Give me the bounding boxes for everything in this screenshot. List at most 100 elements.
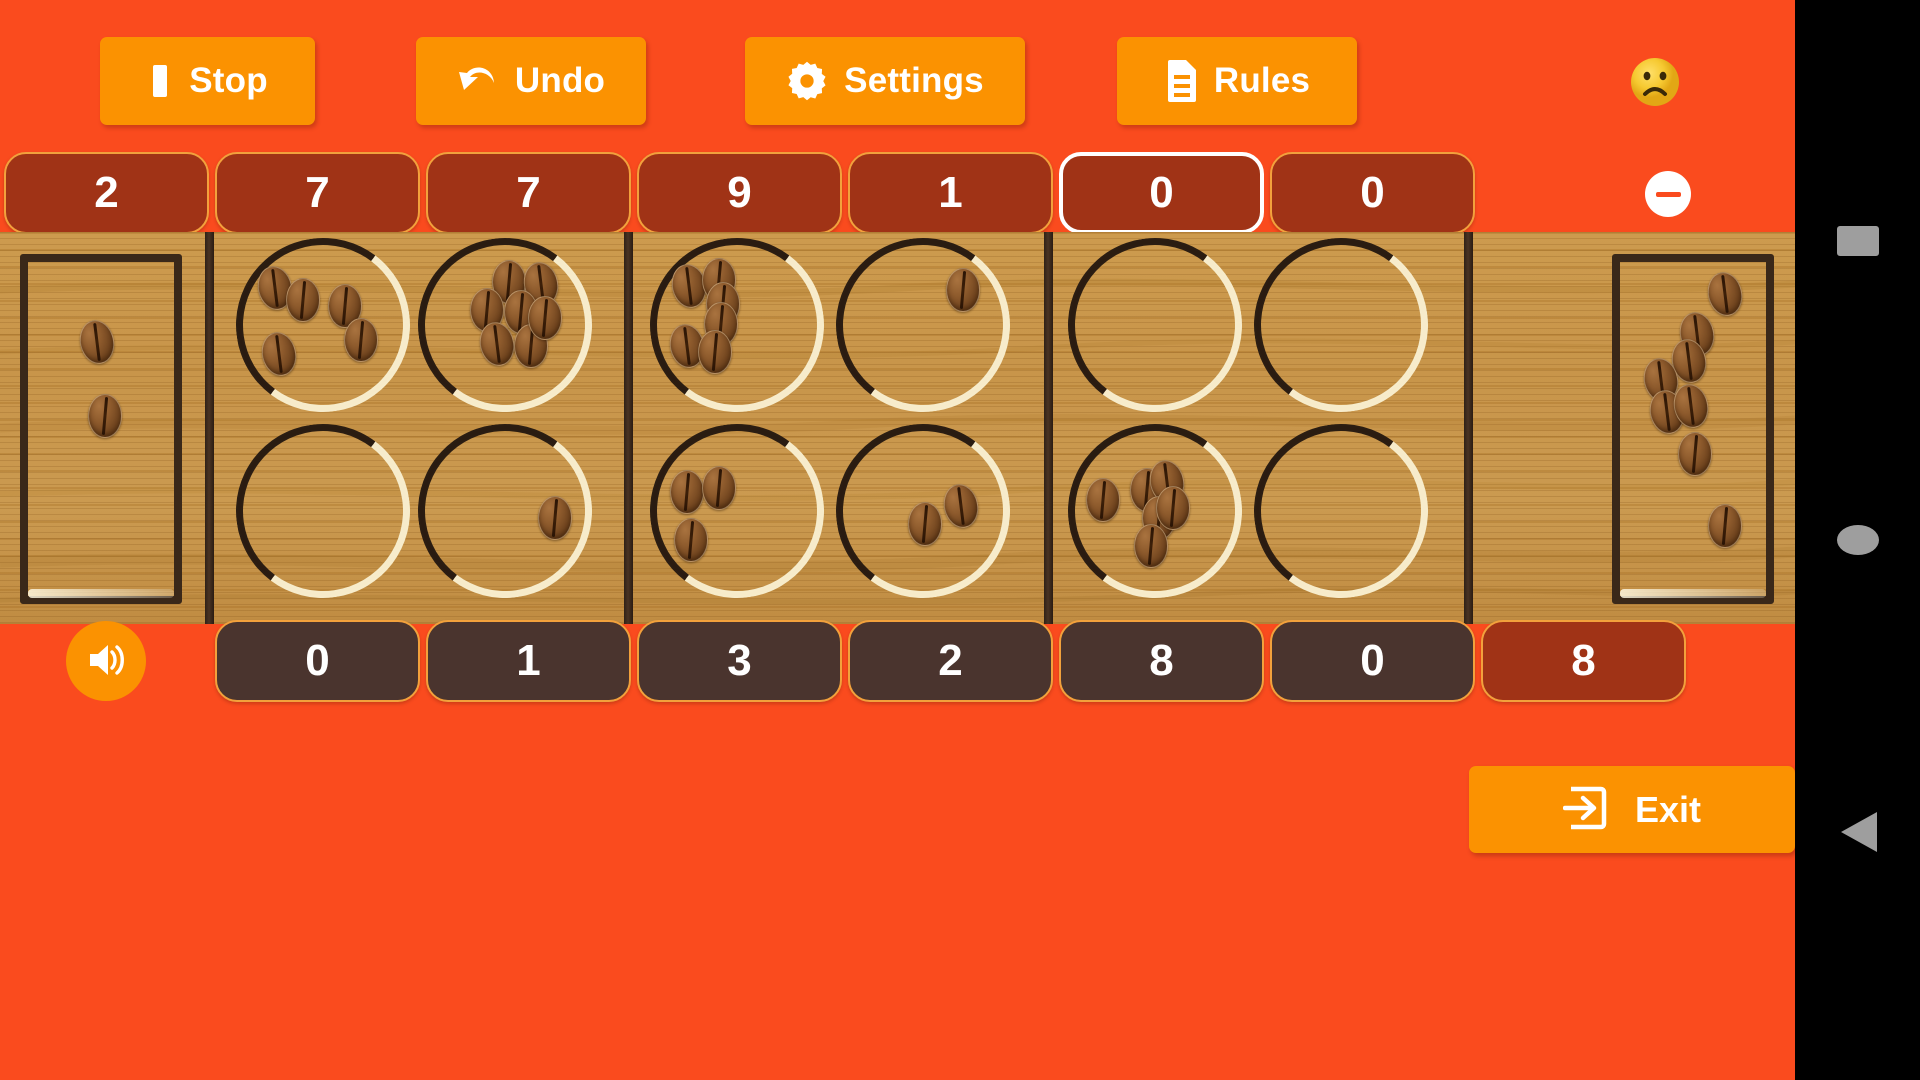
- bottom-store-score-value: 8: [1571, 636, 1596, 685]
- triangle-back-icon[interactable]: [1837, 810, 1879, 854]
- stop-button[interactable]: Stop: [100, 37, 315, 125]
- coffee-bean: [674, 518, 708, 562]
- right-store-frame: [1612, 254, 1774, 604]
- top-score-value-7: 0: [1360, 168, 1385, 217]
- coffee-bean: [946, 268, 980, 312]
- minus-circle-icon[interactable]: [1645, 171, 1691, 217]
- pit-ring-inner: [1244, 232, 1438, 422]
- bottom-score-value-2: 1: [516, 636, 541, 685]
- bottom-score-row: 0 1 3 2 8 0 8: [0, 620, 1795, 702]
- bottom-score-value-6: 0: [1360, 636, 1385, 685]
- coffee-bean: [1156, 486, 1190, 530]
- rules-button[interactable]: Rules: [1117, 37, 1357, 125]
- top-score-cell-4[interactable]: 9: [637, 152, 842, 234]
- gear-icon: [786, 60, 828, 102]
- document-icon: [1164, 59, 1198, 103]
- coffee-bean: [88, 394, 122, 438]
- left-store-sheen: [28, 589, 174, 598]
- bottom-score-cell-3[interactable]: 3: [637, 620, 842, 702]
- right-store-sheen: [1620, 589, 1766, 598]
- top-toolbar: Stop Undo Settings Rules: [0, 0, 1795, 148]
- top-score-value-5: 1: [938, 168, 963, 217]
- top-score-cell-1[interactable]: 2: [4, 152, 209, 234]
- bottom-score-value-5: 8: [1149, 636, 1174, 685]
- top-score-cell-7[interactable]: 0: [1270, 152, 1475, 234]
- board-divider-3: [1044, 232, 1053, 624]
- bottom-score-cell-6[interactable]: 0: [1270, 620, 1475, 702]
- pit-bottom-2[interactable]: [406, 412, 604, 610]
- pit-top-4[interactable]: [824, 232, 1022, 424]
- top-score-value-1: 2: [94, 168, 119, 217]
- bottom-score-value-4: 2: [938, 636, 963, 685]
- coffee-bean: [286, 278, 320, 322]
- circle-home-icon[interactable]: [1836, 525, 1879, 555]
- rules-button-label: Rules: [1213, 61, 1311, 100]
- coffee-bean: [1134, 524, 1168, 568]
- square-recents-icon[interactable]: [1836, 226, 1879, 256]
- coffee-bean: [1708, 504, 1742, 548]
- stop-button-label: Stop: [189, 61, 268, 100]
- coffee-bean: [538, 496, 572, 540]
- game-board: [0, 232, 1795, 624]
- pit-bottom-3[interactable]: [638, 412, 836, 610]
- coffee-bean: [528, 296, 562, 340]
- pit-top-6[interactable]: [1242, 232, 1440, 424]
- bottom-score-value-3: 3: [727, 636, 752, 685]
- top-score-value-2: 7: [305, 168, 330, 217]
- pit-ring-inner: [226, 414, 420, 608]
- pit-top-3[interactable]: [638, 232, 836, 424]
- pit-top-1[interactable]: [224, 232, 422, 424]
- bottom-store-score-cell[interactable]: 8: [1481, 620, 1686, 702]
- settings-button-label: Settings: [844, 61, 984, 100]
- top-score-value-3: 7: [516, 168, 541, 217]
- bottom-score-value-1: 0: [305, 636, 330, 685]
- pit-bottom-1[interactable]: [224, 412, 422, 610]
- top-score-cell-6-selected[interactable]: 0: [1059, 152, 1264, 234]
- undo-arrow-icon: [457, 63, 499, 99]
- bottom-score-cell-4[interactable]: 2: [848, 620, 1053, 702]
- coffee-bean: [344, 318, 378, 362]
- coffee-bean: [1086, 478, 1120, 522]
- settings-button[interactable]: Settings: [745, 37, 1025, 125]
- board-divider-2: [624, 232, 633, 624]
- pit-bottom-4[interactable]: [824, 412, 1022, 610]
- top-score-value-6: 0: [1149, 168, 1174, 217]
- pit-bottom-6[interactable]: [1242, 412, 1440, 610]
- frowning-face-emoji[interactable]: [1628, 55, 1682, 109]
- pit-top-5[interactable]: [1056, 232, 1254, 424]
- coffee-bean: [908, 502, 942, 546]
- top-score-row: 2 7 7 9 1 0 0: [0, 152, 1795, 234]
- pit-ring-inner: [408, 414, 602, 608]
- exit-button-label: Exit: [1634, 788, 1702, 830]
- board-divider-1: [205, 232, 214, 624]
- top-score-cell-2[interactable]: 7: [215, 152, 420, 234]
- bottom-score-cell-2[interactable]: 1: [426, 620, 631, 702]
- sound-toggle-button[interactable]: [66, 621, 146, 701]
- left-store[interactable]: [20, 254, 182, 604]
- top-score-cell-3[interactable]: 7: [426, 152, 631, 234]
- screen: Stop Undo Settings Rules 2 7 7 9 1 0 0 0…: [0, 0, 1920, 1080]
- bottom-score-cell-5[interactable]: 8: [1059, 620, 1264, 702]
- pit-bottom-5[interactable]: [1056, 412, 1254, 610]
- pit-ring-inner: [1244, 414, 1438, 608]
- coffee-bean: [670, 470, 704, 514]
- pit-top-2[interactable]: [406, 232, 604, 424]
- coffee-bean: [1678, 432, 1712, 476]
- pit-ring-inner: [1058, 232, 1252, 422]
- coffee-bean: [702, 466, 736, 510]
- speaker-on-icon: [84, 640, 128, 683]
- undo-button-label: Undo: [514, 61, 606, 100]
- board-divider-4: [1464, 232, 1473, 624]
- minus-bar: [1655, 191, 1681, 197]
- undo-button[interactable]: Undo: [416, 37, 646, 125]
- right-store[interactable]: [1612, 254, 1774, 604]
- stop-square-icon: [147, 63, 173, 99]
- exit-arrow-icon: [1562, 785, 1609, 834]
- pit-ring-inner: [226, 232, 420, 422]
- pit-ring-inner: [826, 232, 1020, 422]
- exit-button[interactable]: Exit: [1469, 766, 1795, 853]
- bottom-score-cell-1[interactable]: 0: [215, 620, 420, 702]
- top-score-cell-5[interactable]: 1: [848, 152, 1053, 234]
- top-score-value-4: 9: [727, 168, 752, 217]
- game-app: Stop Undo Settings Rules 2 7 7 9 1 0 0 0…: [0, 0, 1795, 1080]
